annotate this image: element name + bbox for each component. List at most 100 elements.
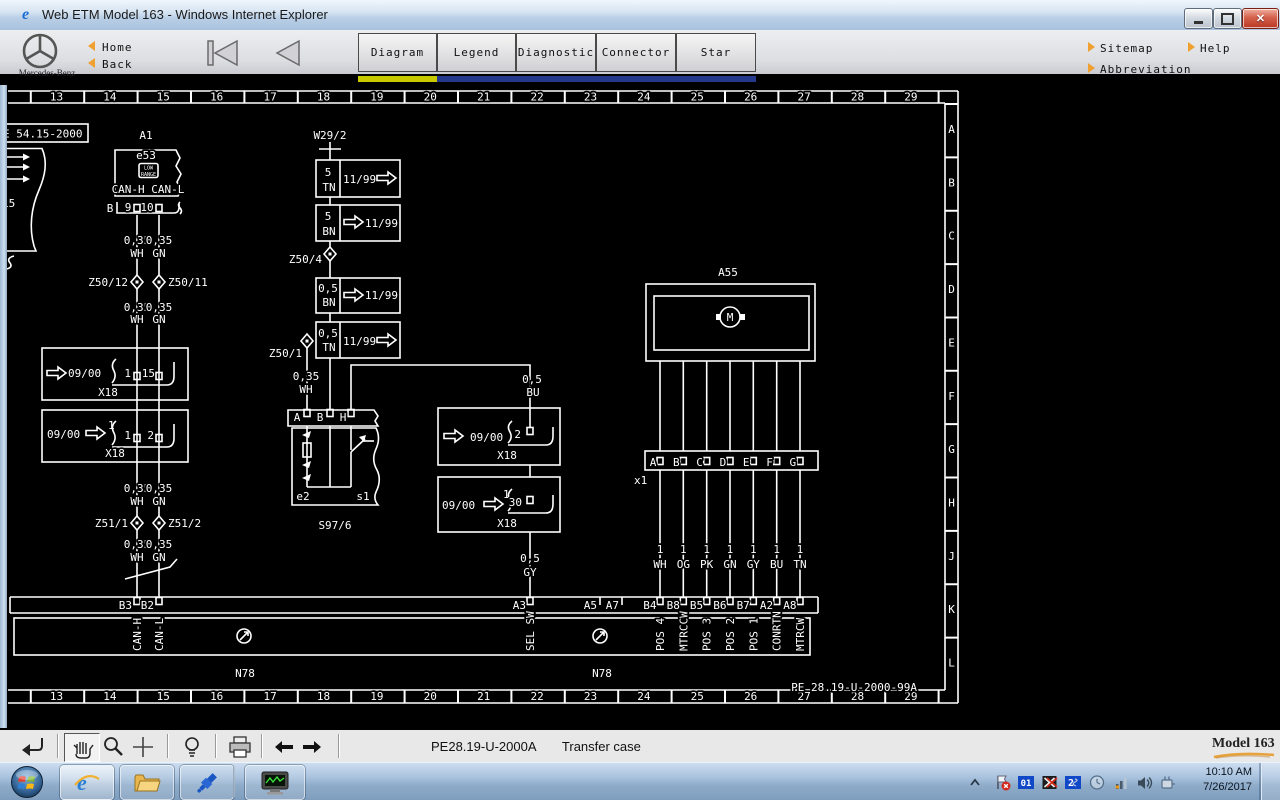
minimize-button[interactable] <box>1184 8 1213 29</box>
ruler-number-bottom: 15 <box>157 690 170 703</box>
ruler-letter: F <box>948 390 955 403</box>
taskbar-explorer-button[interactable] <box>120 765 174 800</box>
wire-color-code: GY <box>747 558 761 571</box>
taskbar-sparkplug-app-button[interactable] <box>180 765 234 800</box>
tab-star-finder[interactable]: Star Finder <box>676 33 756 72</box>
svg-text:B: B <box>107 202 114 215</box>
undo-button[interactable] <box>18 734 50 760</box>
z50-4-label: Z50/4 <box>289 253 322 266</box>
close-button[interactable]: ✕ <box>1242 8 1279 29</box>
show-desktop-button[interactable] <box>1261 763 1280 800</box>
svg-text:5: 5 <box>325 166 332 179</box>
a55-actuator-component: A55 M x1 <box>634 266 818 487</box>
ruler-number-top: 16 <box>210 91 223 104</box>
ruler-number-top: 27 <box>797 91 810 104</box>
svg-text:2: 2 <box>147 429 154 442</box>
x18-splice-box-1: 09/00 1 15 X18 <box>42 348 188 400</box>
s1-label: s1 <box>356 490 369 503</box>
tab-diagnostic[interactable]: Diagnostic <box>516 33 596 72</box>
ruler-top: 1314151617181920212223242526272829 <box>50 91 918 104</box>
x1-pin-letter: B <box>673 456 680 469</box>
shield-icon <box>237 629 251 643</box>
home-link[interactable]: Home <box>102 41 133 54</box>
ruler-number-top: 14 <box>103 91 117 104</box>
sitemap-bullet-icon <box>1088 42 1095 52</box>
previous-page-arrow-button[interactable] <box>266 38 306 68</box>
start-button[interactable] <box>8 764 46 800</box>
n78-signal: CONRTN <box>771 611 784 651</box>
svg-text:09/00: 09/00 <box>47 428 80 441</box>
sitemap-link[interactable]: Sitemap <box>1100 42 1153 55</box>
back-link[interactable]: Back <box>102 58 133 71</box>
safely-remove-hardware-icon[interactable] <box>1159 774 1177 792</box>
svg-text:BN: BN <box>322 225 335 238</box>
previous-diagram-button[interactable] <box>272 734 296 760</box>
highlight-lamp-button[interactable] <box>180 734 204 761</box>
tab-connector-underline <box>596 76 676 82</box>
svg-text:X18: X18 <box>98 386 118 399</box>
x1-pin-letter: F <box>766 456 773 469</box>
tray-clock-icon[interactable] <box>1088 774 1106 792</box>
tab-diagram[interactable]: Diagram <box>358 33 437 72</box>
svg-text:09/00: 09/00 <box>68 367 101 380</box>
show-hidden-icons-button[interactable] <box>966 774 984 792</box>
help-link[interactable]: Help <box>1200 42 1231 55</box>
network-signal-icon[interactable] <box>1112 774 1130 792</box>
tray-01-app-icon[interactable]: 01 <box>1017 774 1035 792</box>
taskbar-ie-button[interactable]: e <box>60 765 114 800</box>
wiring-diagram-canvas[interactable]: 1314151617181920212223242526272829 13 14 1… <box>0 85 1280 728</box>
ruler-number-bottom: 19 <box>370 690 383 703</box>
action-center-flag-icon[interactable] <box>994 774 1012 792</box>
ruler-number-top: 19 <box>370 91 383 104</box>
ruler-number-top: 17 <box>263 91 276 104</box>
zoom-in-button[interactable] <box>130 734 156 760</box>
svg-text:10: 10 <box>140 201 153 214</box>
wire-size-label: 1 <box>773 543 780 556</box>
pan-tool-button-selected[interactable] <box>64 733 100 762</box>
n78-signal: POS 3 <box>701 618 714 651</box>
taskbar-monitor-app-button[interactable] <box>245 765 305 800</box>
svg-text:GN: GN <box>152 247 165 260</box>
can-wire-labels: 0,35 0,35 WH GN Z50/12 Z50/11 0,35 0,35 … <box>88 234 208 564</box>
clock-tray[interactable]: 10:10 AM 7/26/2017 <box>1186 765 1252 799</box>
svg-text:BU: BU <box>526 386 539 399</box>
n78-pin-label: B5 <box>690 599 703 612</box>
n78-signal: POS 1 <box>747 618 760 651</box>
shield-icon <box>593 629 607 643</box>
zoom-tool-button[interactable] <box>100 734 126 760</box>
volume-icon[interactable] <box>1135 774 1153 792</box>
tray-x-app-icon[interactable] <box>1041 774 1059 792</box>
print-button[interactable] <box>226 734 254 761</box>
maximize-button[interactable] <box>1213 8 1242 29</box>
tab-legend[interactable]: Legend <box>437 33 516 72</box>
ruler-number-bottom: 13 <box>50 690 63 703</box>
svg-text:X18: X18 <box>497 449 517 462</box>
a55-label: A55 <box>718 266 738 279</box>
next-diagram-button[interactable] <box>300 734 324 760</box>
svg-text:GN: GN <box>152 551 165 564</box>
z50-1-label: Z50/1 <box>269 347 302 360</box>
abbreviation-link[interactable]: Abbreviation <box>1100 63 1191 76</box>
svg-text:1: 1 <box>108 419 115 432</box>
ruler-number-bottom: 23 <box>584 690 597 703</box>
tab-connector[interactable]: Connector <box>596 33 676 72</box>
tray-2-app-icon[interactable]: 2 <box>1064 774 1082 792</box>
n78-mid-signal: SEL SW <box>524 611 537 651</box>
ruler-letter: A <box>948 123 955 136</box>
n78-signal: CAN-L <box>153 618 166 651</box>
ruler-number-top: 13 <box>50 91 63 104</box>
z50-11-label: Z50/11 <box>168 276 208 289</box>
n78-signal: MTRCCW <box>677 611 690 651</box>
svg-text:0,5: 0,5 <box>522 373 542 386</box>
svg-text:09/00: 09/00 <box>470 431 503 444</box>
x18-splice-box-2: 09/00 1 1 2 X18 <box>42 410 188 462</box>
svg-text:WH: WH <box>299 383 312 396</box>
n78-right-signals: POS 4MTRCCWPOS 3POS 2POS 1CONRTNMTRCW <box>654 611 807 651</box>
wire-size-label: 1 <box>797 543 804 556</box>
ruler-bottom: 1314151617181920212223242526272829 <box>50 690 918 703</box>
s97-pins: ABH <box>294 411 347 424</box>
svg-text:0,5: 0,5 <box>318 282 338 295</box>
svg-text:TN: TN <box>322 341 335 354</box>
first-page-arrow-button[interactable] <box>200 38 244 68</box>
svg-text:30: 30 <box>509 496 522 509</box>
